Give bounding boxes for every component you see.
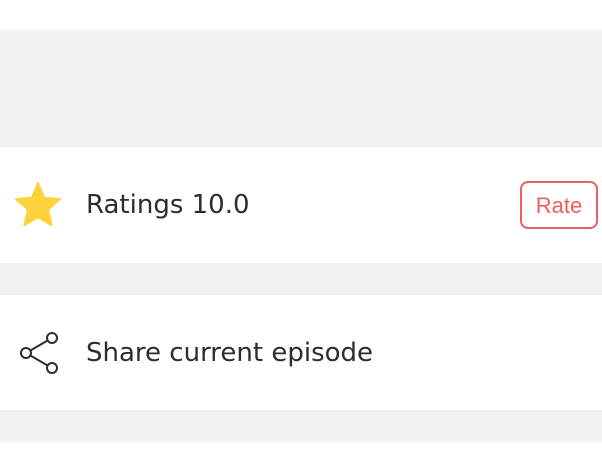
ratings-row: Ratings 10.0 Rate bbox=[0, 147, 602, 263]
section-separator bbox=[0, 410, 602, 442]
share-label: Share current episode bbox=[86, 337, 374, 368]
ratings-label: Ratings 10.0 bbox=[86, 190, 250, 220]
section-separator bbox=[0, 263, 602, 295]
rate-button[interactable]: Rate bbox=[520, 181, 598, 229]
section-separator bbox=[0, 30, 602, 147]
episode-options-panel: Ratings 10.0 Rate Share current episode bbox=[0, 0, 602, 452]
share-icon bbox=[12, 327, 64, 379]
share-row[interactable]: Share current episode bbox=[0, 295, 602, 410]
star-icon bbox=[12, 179, 64, 231]
